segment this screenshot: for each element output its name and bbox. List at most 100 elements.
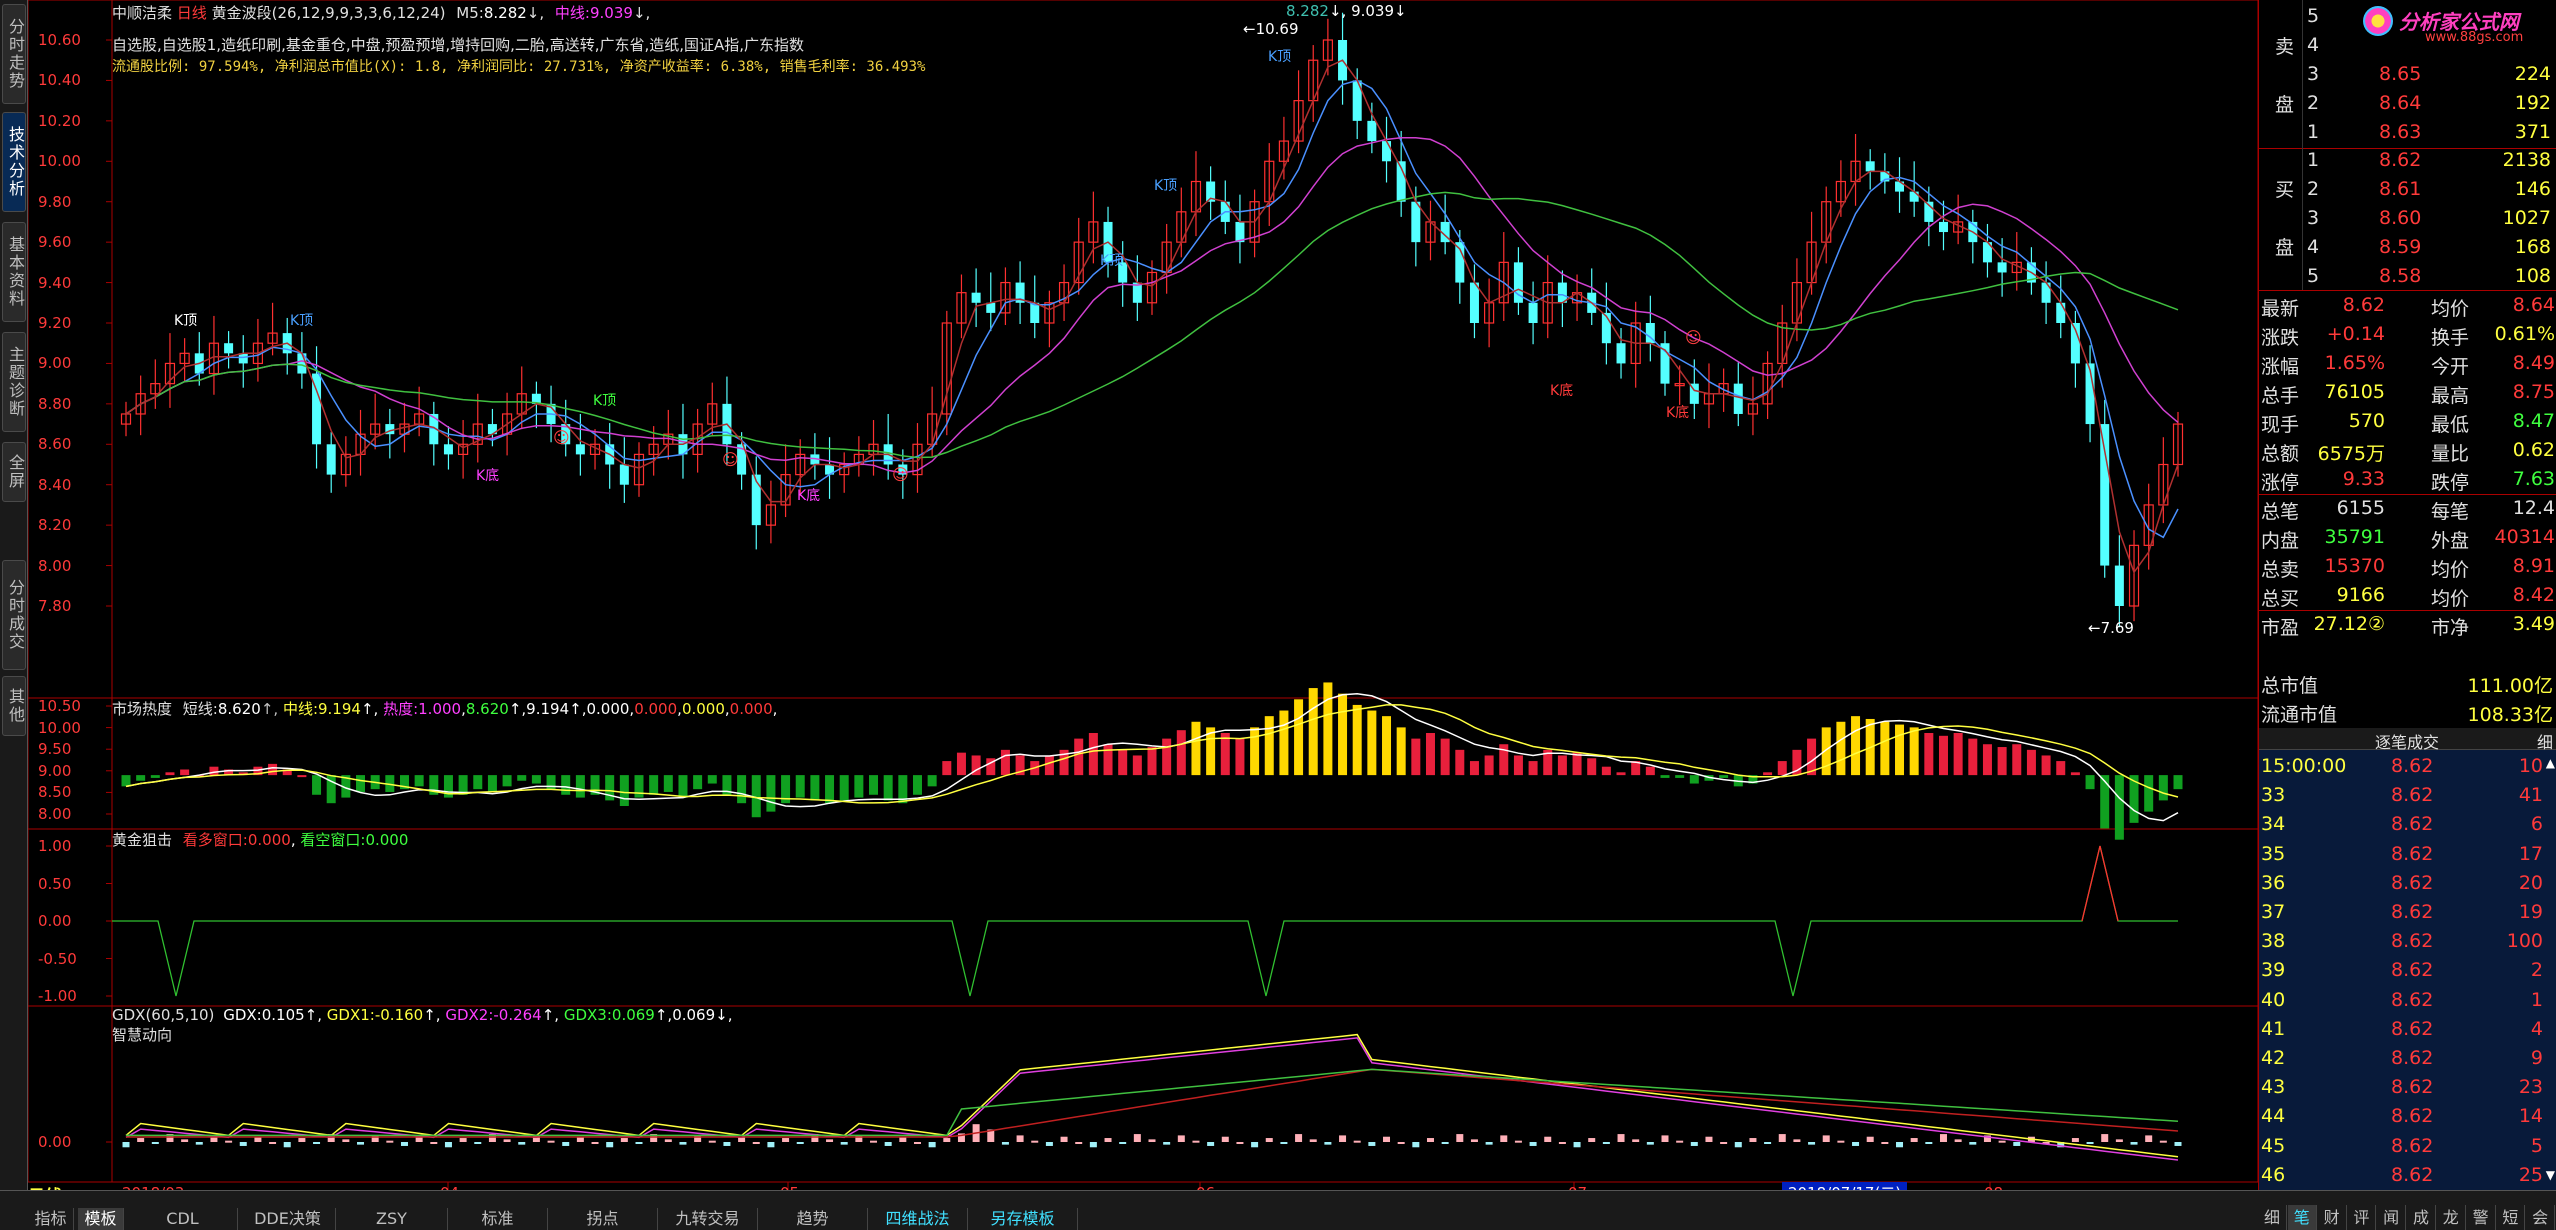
stat-value: 8.91 <box>2512 555 2555 577</box>
gdx-bar <box>708 1140 716 1143</box>
scroll-down-icon[interactable]: ▼ <box>2546 1168 2555 1182</box>
stat-value: 570 <box>2348 410 2385 432</box>
stat-row: 总卖 15370 均价 8.91 <box>2259 552 2556 581</box>
bid-price: 8.59 <box>2379 236 2422 258</box>
tab-template[interactable]: 模板 <box>78 1208 124 1230</box>
heat-bar <box>942 761 952 776</box>
heat-bar <box>1953 733 1963 776</box>
y-tick-label: -1.00 <box>38 987 77 1005</box>
gdx-bar <box>782 1138 790 1142</box>
right-tab[interactable]: 笔 <box>2287 1205 2317 1230</box>
tab-dde[interactable]: DDE决策 <box>240 1208 336 1230</box>
tab-cdl[interactable]: CDL <box>128 1208 238 1230</box>
tab-indicator[interactable]: 指标 <box>28 1208 74 1230</box>
ask-level: 4 <box>2307 34 2320 56</box>
heat-bar <box>575 775 585 798</box>
tab-fundamentals[interactable]: 基本资料 <box>2 222 26 322</box>
gdx-bar <box>870 1140 878 1143</box>
gdx-bar <box>1001 1142 1009 1145</box>
gdx-bar <box>606 1142 614 1148</box>
tick-volume: 2 <box>2530 959 2543 982</box>
ma3-line <box>125 59 2179 574</box>
ask-row: 4 <box>2259 31 2556 60</box>
right-tab[interactable]: 龙 <box>2437 1205 2466 1230</box>
gdx-bar <box>1089 1142 1097 1148</box>
tab-fullscreen[interactable]: 全屏 <box>2 442 26 502</box>
tick-time: 45 <box>2261 1134 2286 1157</box>
candle-body <box>326 444 336 475</box>
heat-bar <box>1147 747 1157 776</box>
heat-bar <box>1587 758 1597 776</box>
gdx-bar <box>635 1142 643 1144</box>
tab-turning-point[interactable]: 拐点 <box>548 1208 658 1230</box>
right-tab[interactable]: 会 <box>2526 1205 2556 1230</box>
tick-time: 44 <box>2261 1105 2286 1128</box>
tab-ticks[interactable]: 分时成交 <box>2 560 26 670</box>
tab-technical[interactable]: 技术分析 <box>2 112 26 212</box>
tick-time: 43 <box>2261 1076 2286 1099</box>
tape-row: 45 8.62 5 <box>2259 1132 2556 1161</box>
tab-intraday[interactable]: 分时走势 <box>2 4 26 104</box>
gdx-bar <box>1119 1142 1127 1144</box>
heat-bar <box>1601 766 1611 776</box>
candle-body <box>1382 141 1392 162</box>
right-tab[interactable]: 细 <box>2258 1205 2287 1230</box>
sniper-title: 黄金狙击 <box>112 831 173 849</box>
heat-bar <box>209 766 219 776</box>
tick-volume: 19 <box>2518 901 2543 923</box>
y-tick-label: 10.50 <box>38 697 81 715</box>
panel-frame <box>28 0 2258 699</box>
tab-zsy[interactable]: ZSY <box>336 1208 448 1230</box>
heat-bar <box>1660 775 1670 778</box>
heat-bar <box>1880 721 1890 776</box>
candle-body <box>1938 221 1948 233</box>
gdx-bar <box>1617 1134 1625 1142</box>
tab-nine-turn[interactable]: 九转交易 <box>658 1208 758 1230</box>
tape-row: 42 8.62 9 <box>2259 1044 2556 1073</box>
tape-row: 33 8.62 41 <box>2259 781 2556 810</box>
tab-standard[interactable]: 标准 <box>448 1208 548 1230</box>
bid-volume: 108 <box>2514 265 2551 287</box>
right-tab[interactable]: 警 <box>2467 1205 2496 1230</box>
bid-row: 4 8.59 168 <box>2259 233 2556 262</box>
gdx-bar <box>1969 1142 1977 1145</box>
right-tab[interactable]: 成 <box>2407 1205 2436 1230</box>
tab-diagnosis[interactable]: 主题诊断 <box>2 332 26 432</box>
tick-volume: 25 <box>2518 1163 2543 1186</box>
heat-bar <box>1616 772 1626 776</box>
heat-bar <box>1264 716 1274 776</box>
tab-trend[interactable]: 趋势 <box>758 1208 868 1230</box>
annotation-kbottom: K底 <box>1666 405 1690 421</box>
gdx-bar <box>503 1139 511 1142</box>
candle-body <box>1865 161 1875 172</box>
stat-value: 35791 <box>2324 526 2385 548</box>
tick-time: 42 <box>2261 1047 2286 1069</box>
stat-row: 总手 76105 最高 8.75 <box>2259 378 2556 407</box>
right-tab[interactable]: 闻 <box>2377 1205 2407 1230</box>
tab-other[interactable]: 其他 <box>2 676 26 736</box>
heat-bar <box>531 775 541 784</box>
right-tab[interactable]: 评 <box>2347 1205 2377 1230</box>
gdx-bar <box>2101 1134 2109 1142</box>
gdx-bar <box>1412 1142 1420 1148</box>
panel-frame <box>28 828 2258 1007</box>
tab-save-template[interactable]: 另存模板 <box>968 1208 1078 1230</box>
chart-area[interactable]: 中顺洁柔 日线 黄金波段(26,12,9,9,3,3,6,12,24) M5:8… <box>28 0 2258 1207</box>
gdx-bar <box>1207 1142 1215 1146</box>
gdx-bar <box>400 1142 408 1146</box>
right-tab[interactable]: 短 <box>2496 1205 2526 1230</box>
gdx-bar <box>1500 1135 1508 1142</box>
heat-bar <box>356 775 366 792</box>
tape-row: 41 8.62 4 <box>2259 1015 2556 1044</box>
y-tick-label: 10.00 <box>38 718 81 737</box>
tab-four-dim[interactable]: 四维战法 <box>868 1208 968 1230</box>
candle-body <box>1411 201 1421 243</box>
tick-tape[interactable]: 逐笔成交 细 15:00:00 8.62 10 33 8.62 41 34 8.62 6 35 8.… <box>2259 728 2556 1215</box>
tape-detail-toggle[interactable]: 细 <box>2537 729 2553 753</box>
tick-time: 36 <box>2261 871 2286 894</box>
stat-value: 8.64 <box>2512 294 2555 316</box>
scroll-up-icon[interactable]: ▲ <box>2546 756 2555 770</box>
right-tab[interactable]: 财 <box>2318 1205 2347 1230</box>
stat-label: 最高 <box>2431 385 2470 407</box>
stat-label: 总卖 <box>2261 559 2300 581</box>
